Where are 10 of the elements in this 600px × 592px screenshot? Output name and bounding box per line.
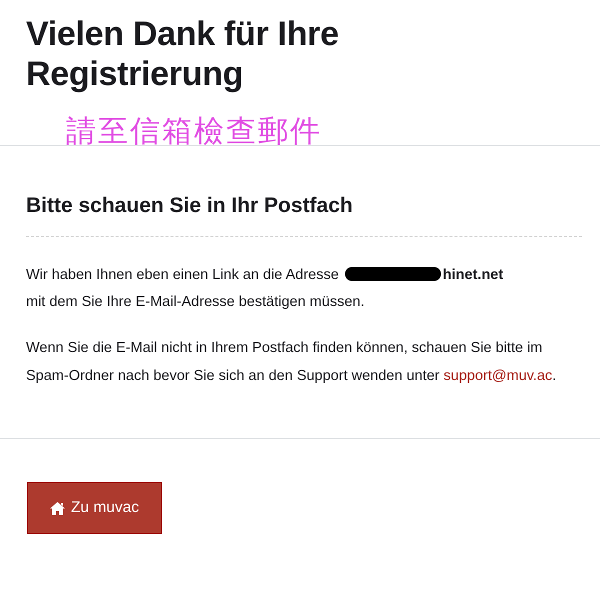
page-title: Vielen Dank für Ihre Registrierung [26, 14, 340, 94]
section-heading: Bitte schauen Sie in Ihr Postfach [26, 192, 582, 237]
body-text: Wenn Sie die E-Mail nicht in Ihrem Postfach finden können, schauen Sie bitte im Spam-Ordner nach bevor Sie sich an den Support wenden unter support@muv.ac. [26, 339, 558, 386]
handwritten-note: 請至信箱檢查郵件 [66, 114, 322, 150]
body-text: Wir haben Ihnen eben einen Link an die Adresse [26, 267, 339, 283]
body-text: mit dem Sie Ihre E-Mail-Adresse bestätigen müssen. [26, 294, 364, 310]
home-icon [50, 502, 65, 514]
support-email-link[interactable]: support@muv.ac [444, 368, 552, 384]
home-button[interactable]: Zu muvac [27, 482, 162, 534]
email-address: hinet.net [442, 267, 504, 283]
